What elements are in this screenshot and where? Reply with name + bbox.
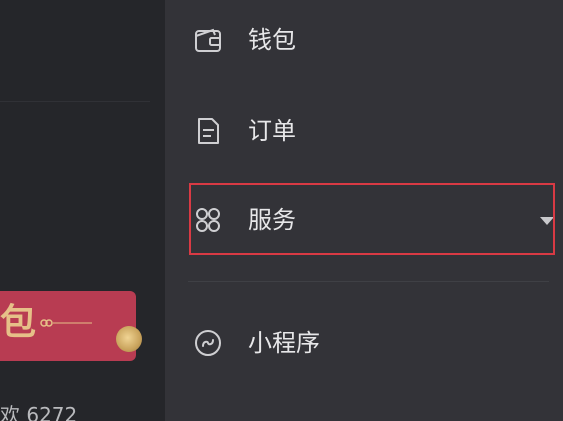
red-packet-text: 包 (0, 302, 37, 343)
menu-item-orders[interactable]: 订单 (165, 101, 563, 161)
side-menu: 钱包 订单 服务 小程序 (165, 0, 563, 421)
red-packet-card[interactable]: 包 (0, 291, 136, 361)
wallet-icon (193, 25, 223, 55)
decorative-ornament-icon (40, 319, 92, 327)
message-preview: 欢 6272 (0, 403, 78, 421)
menu-item-services[interactable]: 服务 (165, 190, 563, 250)
menu-item-label: 服务 (248, 206, 296, 234)
divider (0, 101, 150, 102)
mini-program-icon (193, 328, 223, 358)
coin-icon (116, 326, 142, 352)
order-icon (193, 116, 223, 146)
menu-item-mini-programs[interactable]: 小程序 (165, 313, 563, 373)
menu-item-label: 钱包 (248, 26, 296, 54)
menu-item-wallet[interactable]: 钱包 (165, 10, 563, 70)
service-grid-icon (193, 205, 223, 235)
menu-item-label: 订单 (248, 117, 296, 145)
app-screen: 包 欢 6272 钱包 订单 服务 小程序 (0, 0, 563, 421)
menu-item-label: 小程序 (248, 329, 320, 357)
background-chat-list: 包 欢 6272 (0, 0, 165, 421)
divider (188, 281, 549, 282)
chevron-down-icon[interactable] (540, 217, 554, 225)
